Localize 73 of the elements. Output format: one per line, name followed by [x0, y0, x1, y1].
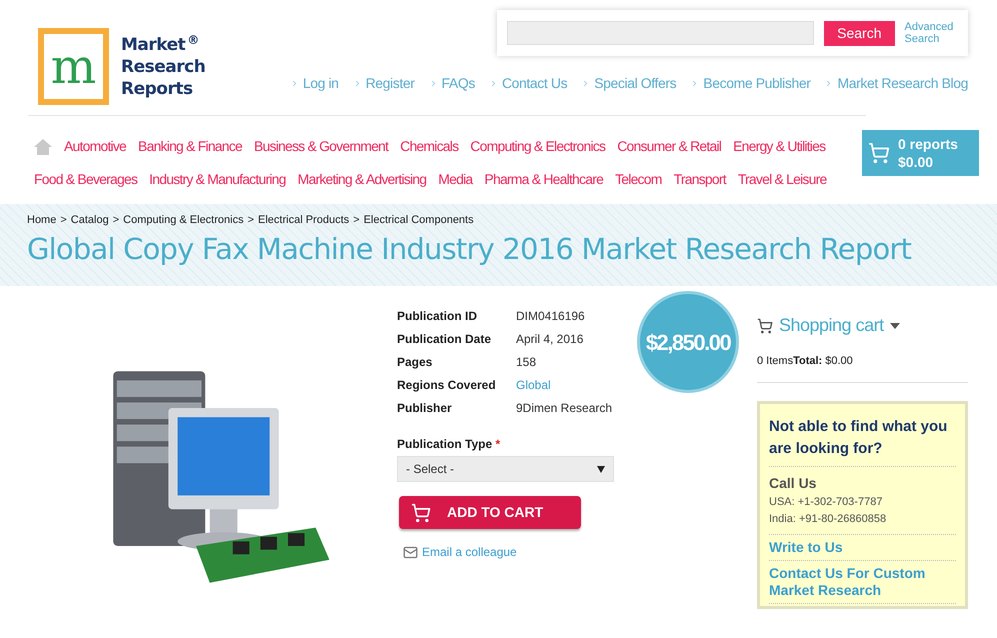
top-nav-link[interactable]: Register	[366, 73, 415, 94]
email-link[interactable]: Email a colleague	[422, 543, 517, 561]
category-link[interactable]: Food & Beverages	[34, 169, 138, 190]
detail-value[interactable]: Global	[516, 377, 551, 393]
category-link[interactable]: Pharma & Healthcare	[484, 169, 604, 190]
shopping-cart-title[interactable]: Shopping cart	[779, 312, 884, 339]
detail-label: Regions Covered	[397, 377, 497, 393]
logo-text: Market$^{®}$	[121, 34, 200, 56]
mail-icon	[403, 544, 418, 560]
top-nav-link[interactable]: FAQs	[442, 73, 475, 94]
category-link[interactable]: Energy & Utilities	[733, 136, 826, 157]
page-title: Global Copy Fax Machine Industry 2016 Market Research Report	[27, 230, 912, 268]
top-nav-link[interactable]: Market Research Blog	[837, 73, 968, 94]
category-link[interactable]: Transport	[674, 169, 726, 190]
cart-icon	[868, 142, 890, 164]
detail-label: Publication ID	[397, 308, 478, 324]
help-link[interactable]: Contact Us For Custom Market Research	[769, 564, 956, 598]
help-heading: Not able to find what you are looking for?	[769, 416, 956, 466]
call-us-heading: Call Us	[769, 474, 818, 492]
basket-icon	[411, 502, 431, 522]
breadcrumb-link[interactable]: Catalog	[70, 212, 109, 228]
cart-total: $0.00	[898, 153, 934, 171]
search-button[interactable]: Search	[824, 20, 894, 46]
cart-icon	[757, 318, 773, 334]
category-link[interactable]: Banking & Finance	[138, 136, 242, 157]
breadcrumb-link[interactable]: Computing & Electronics	[123, 212, 244, 228]
category-link[interactable]: Consumer & Retail	[617, 136, 722, 157]
breadcrumb-link[interactable]: Electrical Components	[364, 212, 474, 228]
category-link[interactable]: Automotive	[64, 136, 126, 157]
publication-type-select[interactable]: - Select -	[397, 456, 614, 482]
detail-label: Publisher	[397, 400, 453, 416]
field-label: Publication Type *	[397, 437, 500, 451]
cart-count: 0 reports	[898, 135, 958, 153]
detail-value: DIM0416196	[516, 308, 585, 324]
category-link[interactable]: Media	[438, 169, 472, 190]
detail-label: Publication Date	[397, 331, 492, 347]
detail-value: April 4, 2016	[516, 331, 584, 347]
search-field[interactable]	[507, 21, 814, 45]
breadcrumb-separator: >	[352, 213, 361, 228]
header-cart[interactable]: 0 reports $0.00	[862, 130, 979, 176]
phone-number: USA: +1-302-703-7787	[769, 494, 884, 510]
phone-number: India: +91-80-26860858	[769, 512, 888, 526]
category-link[interactable]: Industry & Manufacturing	[149, 169, 286, 190]
add-to-cart-button[interactable]: ADD TO CART	[399, 496, 581, 529]
breadcrumb-separator: >	[112, 213, 120, 228]
top-nav-link[interactable]: Contact Us	[502, 73, 568, 94]
logo-text: Research	[121, 56, 206, 78]
registered-mark: ®	[187, 33, 199, 47]
top-nav-link[interactable]: Log in	[302, 73, 339, 94]
logo-mark: m	[38, 28, 109, 105]
category-link[interactable]: Travel & Leisure	[738, 169, 826, 190]
breadcrumb-link[interactable]: Home	[27, 212, 56, 228]
caret-icon	[890, 322, 900, 328]
category-link[interactable]: Business & Government	[254, 136, 388, 157]
logo-text: Reports	[121, 78, 194, 100]
price-badge: $2,850.00	[637, 291, 739, 393]
help-link[interactable]: Write to Us	[769, 538, 956, 556]
category-link[interactable]: Marketing & Advertising	[298, 169, 426, 190]
detail-value: 9Dimen Research	[516, 400, 612, 416]
category-link[interactable]: Chemicals	[400, 136, 458, 157]
category-link[interactable]: Computing & Electronics	[470, 136, 606, 157]
advanced-search-link[interactable]: Advanced Search	[904, 21, 958, 45]
dropdown-arrow-icon	[597, 466, 605, 472]
breadcrumb-separator: >	[59, 213, 68, 228]
home-icon[interactable]	[34, 138, 52, 154]
cart-summary: 0 ItemsTotal: $0.00	[757, 353, 968, 382]
category-link[interactable]: Telecom	[615, 169, 662, 190]
detail-value: 158	[516, 354, 536, 370]
top-nav-link[interactable]: Special Offers	[594, 73, 676, 94]
detail-label: Pages	[397, 354, 434, 370]
top-nav-link[interactable]: Become Publisher	[703, 73, 810, 94]
breadcrumb-link[interactable]: Electrical Products	[258, 212, 350, 228]
breadcrumb-separator: >	[246, 213, 256, 228]
